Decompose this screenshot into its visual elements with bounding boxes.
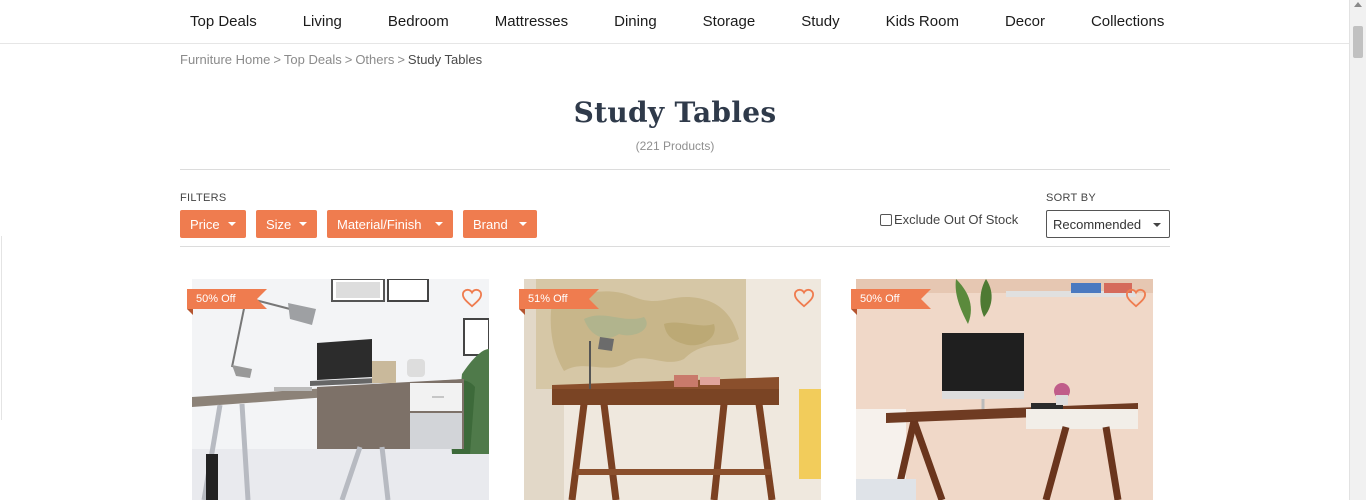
- filter-size-button[interactable]: Size: [256, 210, 317, 238]
- exclude-out-of-stock[interactable]: Exclude Out Of Stock: [880, 212, 1018, 227]
- exclude-out-of-stock-label: Exclude Out Of Stock: [894, 212, 1019, 227]
- product-count: (221 Products): [635, 139, 715, 153]
- scroll-thumb[interactable]: [1353, 26, 1363, 58]
- discount-badge: 50% Off: [187, 289, 267, 315]
- heart-icon[interactable]: [1125, 288, 1147, 308]
- filter-price-button[interactable]: Price: [180, 210, 246, 238]
- caret-down-icon: [299, 222, 307, 226]
- nav-item-study[interactable]: Study: [801, 13, 839, 30]
- nav-item-mattresses[interactable]: Mattresses: [495, 13, 568, 30]
- nav-item-decor[interactable]: Decor: [1005, 13, 1045, 30]
- caret-down-icon: [435, 222, 443, 226]
- page-scrollbar[interactable]: [1349, 0, 1366, 500]
- caret-down-icon: [228, 222, 236, 226]
- filter-price-label: Price: [190, 216, 220, 232]
- breadcrumb-top-deals[interactable]: Top Deals: [284, 52, 342, 67]
- caret-down-icon: [519, 222, 527, 226]
- breadcrumb-separator: >: [344, 52, 353, 67]
- caret-down-icon: [1153, 223, 1161, 227]
- nav-item-bedroom[interactable]: Bedroom: [388, 13, 449, 30]
- divider: [180, 246, 1170, 247]
- breadcrumb: Furniture Home > Top Deals > Others > Study Ta…: [180, 52, 482, 67]
- filters-label: FILTERS: [180, 192, 227, 204]
- nav-item-collections[interactable]: Collections: [1091, 13, 1164, 30]
- discount-badge-label: 51% Off: [528, 293, 568, 305]
- breadcrumb-separator: >: [273, 52, 281, 67]
- breadcrumb-current: Study Tables: [407, 52, 483, 67]
- filter-size-label: Size: [266, 216, 292, 232]
- nav-item-living[interactable]: Living: [303, 13, 342, 30]
- breadcrumb-furniture-home[interactable]: Furniture Home: [180, 52, 270, 67]
- page-title: Study Tables: [573, 96, 777, 129]
- filter-material-label: Material/Finish: [337, 216, 422, 232]
- exclude-out-of-stock-checkbox[interactable]: [880, 213, 892, 226]
- filter-material-button[interactable]: Material/Finish: [327, 210, 453, 238]
- nav-item-kids-room[interactable]: Kids Room: [886, 13, 959, 30]
- discount-badge-label: 50% Off: [196, 293, 236, 305]
- divider: [180, 169, 1170, 170]
- breadcrumb-separator: >: [397, 52, 405, 67]
- nav-item-top-deals[interactable]: Top Deals: [190, 13, 257, 30]
- sort-label: SORT BY: [1046, 192, 1096, 204]
- scroll-up-arrow-icon[interactable]: [1354, 2, 1362, 7]
- top-navigation: Top Deals Living Bedroom Mattresses Dini…: [0, 0, 1349, 44]
- heart-icon[interactable]: [461, 288, 483, 308]
- discount-badge: 51% Off: [519, 289, 599, 315]
- sort-select[interactable]: Recommended: [1046, 210, 1170, 238]
- nav-item-dining[interactable]: Dining: [614, 13, 657, 30]
- discount-badge: 50% Off: [851, 289, 931, 315]
- heart-icon[interactable]: [793, 288, 815, 308]
- filter-brand-label: Brand: [473, 216, 508, 232]
- breadcrumb-others[interactable]: Others: [355, 52, 394, 67]
- side-panel-edge: [0, 236, 2, 420]
- discount-badge-label: 50% Off: [860, 293, 900, 305]
- sort-selected-value: Recommended: [1053, 216, 1142, 232]
- nav-item-storage[interactable]: Storage: [703, 13, 756, 30]
- filter-brand-button[interactable]: Brand: [463, 210, 537, 238]
